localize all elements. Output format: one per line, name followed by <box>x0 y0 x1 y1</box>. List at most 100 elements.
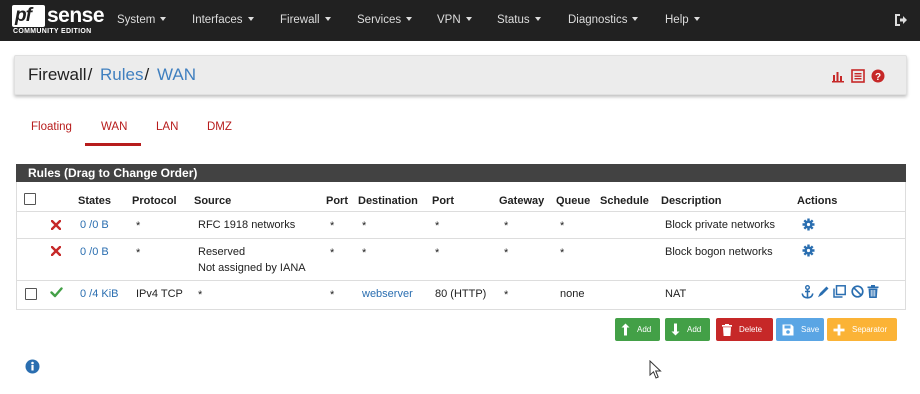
gear-icon[interactable] <box>802 218 815 231</box>
bar-chart-icon[interactable] <box>831 69 845 83</box>
description-cell: Block bogon networks <box>665 246 773 258</box>
delete-label: Delete <box>739 325 763 334</box>
column-header-actions: Actions <box>797 195 838 207</box>
states-link[interactable]: 0 /0 B <box>80 246 109 258</box>
breadcrumb-firewall: Firewall <box>28 65 87 84</box>
breadcrumb-separator: / <box>144 65 150 84</box>
caret-down-icon <box>693 17 700 21</box>
trash-icon[interactable] <box>867 285 879 298</box>
svg-text:?: ? <box>875 72 881 83</box>
caret-down-icon <box>324 17 331 21</box>
nav-menu-vpn[interactable]: VPN <box>437 0 472 41</box>
nav-menu-label: Interfaces <box>192 14 243 26</box>
caret-down-icon <box>534 17 541 21</box>
add-top-label: Add <box>637 325 652 334</box>
source-cell: * <box>198 289 203 301</box>
states-link[interactable]: 0 /4 KiB <box>80 288 119 300</box>
tab-wan[interactable]: WAN <box>101 121 127 133</box>
nav-menu-interfaces[interactable]: Interfaces <box>192 0 254 41</box>
states-link[interactable]: 0 /0 B <box>80 219 109 231</box>
pfsense-logo[interactable]: pf sense COMMUNITY EDITION <box>12 4 105 37</box>
column-header-schedule: Schedule <box>600 195 649 207</box>
plus-icon <box>833 324 845 335</box>
port-cell: * <box>330 247 335 259</box>
logo-edition-text: COMMUNITY EDITION <box>13 28 92 35</box>
port-cell: * <box>330 220 335 232</box>
nav-menu-label: Help <box>665 14 689 26</box>
source-cell: Reserved <box>198 246 246 258</box>
protocol-cell: * <box>136 247 141 259</box>
nav-menu-diagnostics[interactable]: Diagnostics <box>568 0 639 41</box>
anchor-icon[interactable] <box>801 285 814 299</box>
delete-button[interactable]: Delete <box>716 318 773 341</box>
nav-menu-system[interactable]: System <box>117 0 167 41</box>
column-header-dest-port: Port <box>432 195 454 207</box>
column-header-port: Port <box>326 195 348 207</box>
add-separator-button[interactable]: Separator <box>827 318 897 341</box>
dest-port-cell: * <box>435 247 440 259</box>
gateway-cell: * <box>504 289 509 301</box>
active-tab-indicator <box>85 143 141 146</box>
tab-dmz[interactable]: DMZ <box>207 121 232 133</box>
row-divider <box>16 211 906 212</box>
protocol-cell: IPv4 TCP <box>136 288 183 300</box>
nav-menu-label: VPN <box>437 14 461 26</box>
queue-cell: * <box>560 220 565 232</box>
arrow-down-icon <box>671 323 680 336</box>
add-rule-top-button[interactable]: Add <box>615 318 660 341</box>
tab-lan[interactable]: LAN <box>156 121 178 133</box>
dest-port-cell: 80 (HTTP) <box>435 288 487 300</box>
tab-floating[interactable]: Floating <box>31 121 72 133</box>
add-bottom-label: Add <box>687 325 702 334</box>
breadcrumb-separator: / <box>87 65 93 84</box>
row-divider <box>16 238 906 239</box>
destination-cell: * <box>362 247 367 259</box>
rules-panel-title: Rules (Drag to Change Order) <box>16 164 906 182</box>
block-x-icon <box>51 246 61 256</box>
add-rule-bottom-button[interactable]: Add <box>665 318 710 341</box>
select-all-checkbox[interactable] <box>24 193 36 205</box>
breadcrumb-rules-link[interactable]: Rules <box>100 65 143 84</box>
nav-menu-firewall[interactable]: Firewall <box>280 0 331 41</box>
row-divider <box>16 280 906 281</box>
nav-menu-label: System <box>117 14 156 26</box>
description-cell: Block private networks <box>665 219 776 231</box>
protocol-cell: * <box>136 220 141 232</box>
column-header-destination: Destination <box>358 195 418 207</box>
description-cell: NAT <box>665 288 687 300</box>
logout-icon[interactable] <box>894 13 908 27</box>
column-header-source: Source <box>194 195 232 207</box>
help-question-icon[interactable]: ? <box>871 69 885 83</box>
top-navbar: pf sense COMMUNITY EDITION System Interf… <box>0 0 920 41</box>
breadcrumb-panel: Firewall/ Rules/ WAN ? <box>14 55 907 95</box>
nav-menu-status[interactable]: Status <box>497 0 541 41</box>
gear-icon[interactable] <box>802 244 815 257</box>
breadcrumb-wan-link[interactable]: WAN <box>157 65 196 84</box>
nav-menu-help[interactable]: Help <box>665 0 700 41</box>
column-header-protocol: Protocol <box>132 195 177 207</box>
save-label: Save <box>801 325 820 334</box>
block-x-icon <box>51 220 61 230</box>
row-select-checkbox[interactable] <box>25 288 37 300</box>
nav-menu-label: Firewall <box>280 14 320 26</box>
logo-sense-text: sense <box>47 4 105 27</box>
destination-link[interactable]: webserver <box>362 288 413 300</box>
caret-down-icon <box>465 17 472 21</box>
caret-down-icon <box>632 17 639 21</box>
info-icon[interactable] <box>25 359 40 374</box>
mouse-pointer-icon <box>649 360 662 379</box>
disable-ban-icon[interactable] <box>851 285 864 298</box>
caret-down-icon <box>406 17 413 21</box>
copy-icon[interactable] <box>833 285 846 298</box>
save-button[interactable]: Save <box>776 318 824 341</box>
breadcrumb: Firewall/ Rules/ WAN <box>28 65 196 85</box>
list-log-icon[interactable] <box>851 69 865 83</box>
queue-cell: * <box>560 247 565 259</box>
floppy-save-icon <box>782 324 794 335</box>
port-cell: * <box>330 289 335 301</box>
dest-port-cell: * <box>435 220 440 232</box>
pencil-edit-icon[interactable] <box>817 285 830 298</box>
caret-down-icon <box>160 17 167 21</box>
nav-menu-services[interactable]: Services <box>357 0 413 41</box>
gateway-cell: * <box>504 220 509 232</box>
